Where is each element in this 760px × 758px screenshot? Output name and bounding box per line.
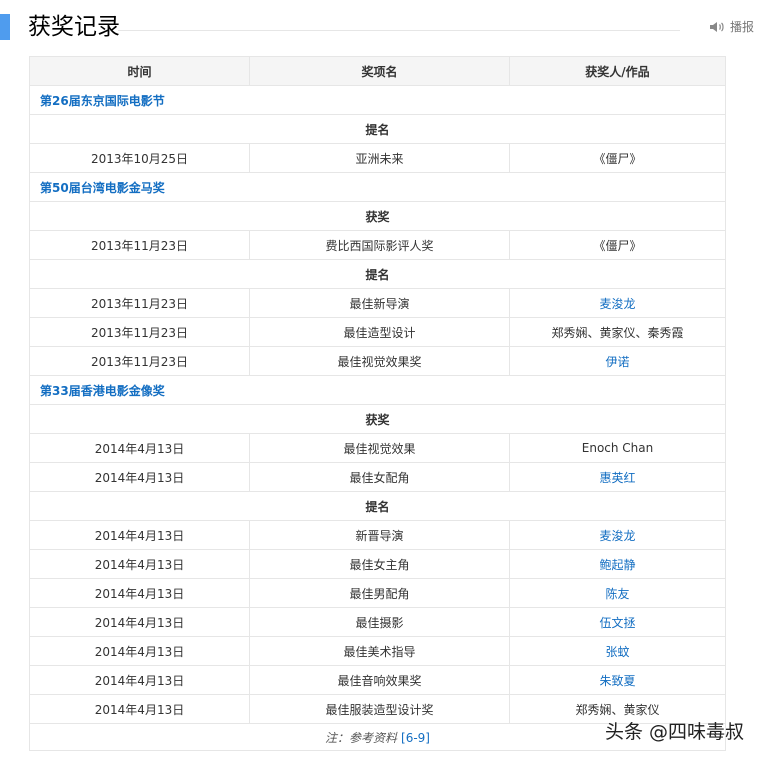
speaker-icon <box>709 21 724 32</box>
cell-winner[interactable]: 陈友 <box>509 578 726 608</box>
cell-date: 2014年4月13日 <box>29 636 250 666</box>
section-title: 获奖记录 <box>28 14 120 40</box>
heading-accent-bar <box>0 14 10 40</box>
cell-winner: 郑秀娴、黄家仪、秦秀霞 <box>509 317 726 347</box>
section-label: 获奖 <box>29 201 726 231</box>
cell-date: 2014年4月13日 <box>29 520 250 550</box>
cell-award: 最佳视觉效果 <box>249 433 510 463</box>
header-award: 奖项名 <box>249 56 510 86</box>
table-row: 2013年11月23日 最佳视觉效果奖 伊诺 <box>29 346 726 376</box>
cell-date: 2014年4月13日 <box>29 665 250 695</box>
cell-award: 最佳男配角 <box>249 578 510 608</box>
cell-winner[interactable]: 惠英红 <box>509 462 726 492</box>
section-row: 提名 <box>29 491 726 521</box>
section-row: 提名 <box>29 114 726 144</box>
festival-name[interactable]: 第26届东京国际电影节 <box>29 85 726 115</box>
cell-winner: 《僵尸》 <box>509 230 726 260</box>
table-row: 2014年4月13日 最佳视觉效果 Enoch Chan <box>29 433 726 463</box>
cell-date: 2013年11月23日 <box>29 346 250 376</box>
section-row: 获奖 <box>29 404 726 434</box>
table-row: 2013年11月23日 费比西国际影评人奖 《僵尸》 <box>29 230 726 260</box>
header-winner: 获奖人/作品 <box>509 56 726 86</box>
cell-winner[interactable]: 朱致夏 <box>509 665 726 695</box>
section-label: 获奖 <box>29 404 726 434</box>
cell-date: 2013年11月23日 <box>29 288 250 318</box>
cell-winner: 《僵尸》 <box>509 143 726 173</box>
header-time: 时间 <box>29 56 250 86</box>
cell-winner[interactable]: 伊诺 <box>509 346 726 376</box>
cell-winner[interactable]: 张蚊 <box>509 636 726 666</box>
festival-name[interactable]: 第33届香港电影金像奖 <box>29 375 726 405</box>
cell-award: 最佳服装造型设计奖 <box>249 694 510 724</box>
section-row: 获奖 <box>29 201 726 231</box>
cell-date: 2014年4月13日 <box>29 694 250 724</box>
cell-winner[interactable]: 麦浚龙 <box>509 520 726 550</box>
festival-name[interactable]: 第50届台湾电影金马奖 <box>29 172 726 202</box>
section-label: 提名 <box>29 114 726 144</box>
cell-award: 亚洲未来 <box>249 143 510 173</box>
table-row: 2014年4月13日 最佳美术指导 张蚊 <box>29 636 726 666</box>
cell-award: 最佳音响效果奖 <box>249 665 510 695</box>
festival-row: 第26届东京国际电影节 <box>29 85 726 115</box>
table-row: 2013年11月23日 最佳新导演 麦浚龙 <box>29 288 726 318</box>
table-row: 2014年4月13日 最佳音响效果奖 朱致夏 <box>29 665 726 695</box>
section-heading: 获奖记录 播报 <box>0 12 760 48</box>
cell-winner[interactable]: 鲍起静 <box>509 549 726 579</box>
note-text: 注：参考资料 <box>325 730 398 745</box>
cell-award: 最佳女主角 <box>249 549 510 579</box>
note-reference-link[interactable]: [6-9] <box>401 731 430 745</box>
cell-date: 2014年4月13日 <box>29 549 250 579</box>
cell-award: 新晋导演 <box>249 520 510 550</box>
table-row: 2014年4月13日 最佳摄影 伍文拯 <box>29 607 726 637</box>
festival-row: 第33届香港电影金像奖 <box>29 375 726 405</box>
table-header-row: 时间 奖项名 获奖人/作品 <box>29 56 726 86</box>
cell-date: 2013年11月23日 <box>29 230 250 260</box>
table-body: 第26届东京国际电影节 提名 2013年10月25日 亚洲未来 《僵尸》 第50届台湾电影… <box>29 85 726 751</box>
section-label: 提名 <box>29 491 726 521</box>
cell-award: 最佳美术指导 <box>249 636 510 666</box>
table-row: 2013年10月25日 亚洲未来 《僵尸》 <box>29 143 726 173</box>
report-button[interactable]: 播报 <box>709 18 754 35</box>
section-row: 提名 <box>29 259 726 289</box>
cell-award: 最佳视觉效果奖 <box>249 346 510 376</box>
cell-award: 最佳造型设计 <box>249 317 510 347</box>
table-row: 2014年4月13日 最佳男配角 陈友 <box>29 578 726 608</box>
heading-divider <box>118 30 680 31</box>
cell-winner: Enoch Chan <box>509 433 726 463</box>
table-row: 2014年4月13日 新晋导演 麦浚龙 <box>29 520 726 550</box>
cell-date: 2014年4月13日 <box>29 462 250 492</box>
table-row: 2014年4月13日 最佳女配角 惠英红 <box>29 462 726 492</box>
cell-winner[interactable]: 伍文拯 <box>509 607 726 637</box>
report-label: 播报 <box>729 20 754 34</box>
cell-date: 2014年4月13日 <box>29 433 250 463</box>
cell-date: 2013年10月25日 <box>29 143 250 173</box>
watermark: 头条 @四味毒叔 <box>604 721 744 743</box>
cell-award: 最佳新导演 <box>249 288 510 318</box>
cell-date: 2014年4月13日 <box>29 578 250 608</box>
section-label: 提名 <box>29 259 726 289</box>
festival-row: 第50届台湾电影金马奖 <box>29 172 726 202</box>
cell-winner[interactable]: 麦浚龙 <box>509 288 726 318</box>
cell-award: 最佳女配角 <box>249 462 510 492</box>
cell-date: 2014年4月13日 <box>29 607 250 637</box>
table-row: 2014年4月13日 最佳女主角 鲍起静 <box>29 549 726 579</box>
awards-table: 时间 奖项名 获奖人/作品 第26届东京国际电影节 提名 2013年10月25日 亚洲… <box>29 56 726 751</box>
cell-date: 2013年11月23日 <box>29 317 250 347</box>
table-row: 2013年11月23日 最佳造型设计 郑秀娴、黄家仪、秦秀霞 <box>29 317 726 347</box>
cell-award: 费比西国际影评人奖 <box>249 230 510 260</box>
cell-award: 最佳摄影 <box>249 607 510 637</box>
